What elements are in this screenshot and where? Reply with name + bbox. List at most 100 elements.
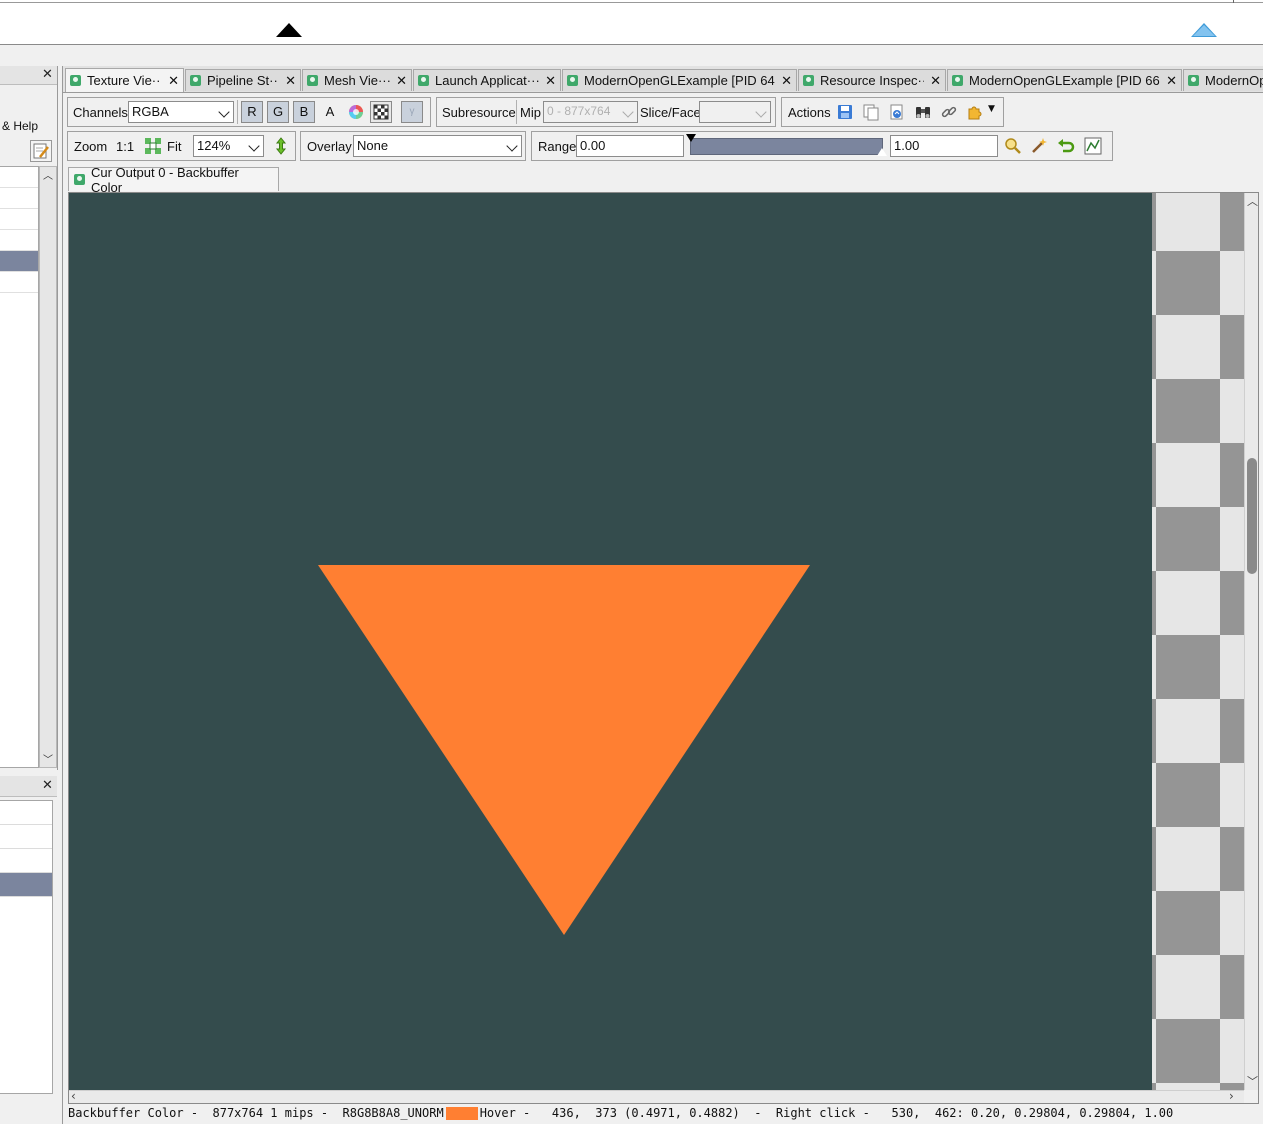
tab-capture-pid64[interactable]: ModernOpenGLExample [PID 64··· ✕ [562,69,797,91]
tab-texture-viewer[interactable]: Texture Vie··· ✕ [65,68,184,92]
tab-capture-overflow[interactable]: ModernOp [1183,69,1263,91]
save-icon[interactable] [835,102,855,122]
zoom-range-icon[interactable] [1003,136,1023,156]
chevron-down-icon [622,106,634,118]
vertical-scrollbar[interactable]: ︿ ﹀ [39,166,57,768]
mip-select[interactable]: 0 - 877x764 [543,101,638,123]
tab-mesh-viewer[interactable]: Mesh Vie··· ✕ [302,69,412,91]
subresource-label: Subresource [442,105,516,120]
texture-viewport[interactable]: ︿ ﹀ ‹ › [68,192,1259,1104]
range-min-handle[interactable] [686,134,696,142]
overlay-select[interactable]: None [353,135,522,157]
list-item[interactable] [0,849,52,873]
tab-icon [70,75,81,86]
resource-list[interactable] [0,800,53,1094]
horizontal-scrollbar[interactable]: ‹ › [69,1089,1244,1103]
gamma-toggle[interactable]: γ [401,101,423,123]
tab-launch-application[interactable]: Launch Applicat··· ✕ [413,69,561,91]
scroll-right-icon[interactable]: › [1229,1089,1234,1103]
tab-pipeline-state[interactable]: Pipeline St··· ✕ [185,69,301,91]
close-icon[interactable]: ✕ [42,779,53,792]
close-icon[interactable]: ✕ [781,73,792,89]
zoom-select[interactable]: 124% [193,135,264,157]
list-item[interactable] [0,188,38,209]
tab-label: Pipeline St··· [207,73,280,88]
tab-label: ModernOpenGLExample [PID 66··· [969,73,1161,88]
fit-icon[interactable] [144,137,162,155]
alpha-channel-toggle[interactable]: A [319,101,341,123]
scroll-up-icon[interactable]: ︿ [1247,193,1258,209]
list-item[interactable] [0,167,38,188]
list-item[interactable] [0,272,38,293]
color-wheel-icon[interactable] [346,102,366,122]
dropdown-arrow-icon[interactable]: ▼ [988,104,995,114]
list-item[interactable] [0,801,52,825]
scroll-up-icon[interactable]: ︿ [43,167,53,182]
tab-cur-output[interactable]: Cur Output 0 - Backbuffer Color [68,165,279,195]
edit-icon[interactable] [30,140,52,162]
current-event-marker[interactable] [276,23,302,37]
binoculars-icon[interactable] [913,102,933,122]
channels-select[interactable]: RGBA [128,101,234,123]
close-icon[interactable]: ✕ [285,73,296,89]
range-max-handle[interactable] [877,148,887,156]
close-icon[interactable]: ✕ [930,73,941,89]
auto-fit-wand-icon[interactable] [1029,136,1049,156]
close-icon[interactable]: ✕ [168,73,179,89]
open-in-viewer-icon[interactable] [887,102,907,122]
close-icon[interactable]: ✕ [545,73,556,89]
slice-face-select[interactable] [699,101,771,123]
texture-info-text: Backbuffer Color - 877x764 1 mips - R8G8… [68,1106,444,1120]
left-dock-panel-top: ✕ & Help ︿ ﹀ [0,66,58,770]
reset-range-icon[interactable] [1056,136,1076,156]
red-channel-toggle[interactable]: R [241,101,263,123]
event-list[interactable] [0,166,39,768]
help-menu-label[interactable]: & Help [2,119,38,133]
status-bar: Backbuffer Color - 877x764 1 mips - R8G8… [68,1104,1259,1122]
range-max-input[interactable]: 1.00 [890,135,998,157]
list-item-selected[interactable] [0,873,52,897]
tab-resource-inspector[interactable]: Resource Inspec··· ✕ [798,69,946,91]
selected-event-marker[interactable] [1191,23,1217,37]
list-item-selected[interactable] [0,251,38,272]
close-icon[interactable]: ✕ [42,68,53,81]
tab-icon [952,75,963,86]
scrollbar-thumb[interactable] [1247,458,1257,574]
list-item[interactable] [0,230,38,251]
range-histogram-slider[interactable] [690,138,883,155]
chevron-down-icon [506,140,518,152]
link-icon[interactable] [939,102,959,122]
fit-button-label[interactable]: Fit [167,139,181,154]
scroll-left-icon[interactable]: ‹ [71,1089,76,1103]
tab-icon [418,75,429,86]
blue-channel-toggle[interactable]: B [293,101,315,123]
histogram-icon[interactable] [1083,136,1103,156]
copy-icon[interactable] [861,102,881,122]
scroll-down-icon[interactable]: ﹀ [1247,1073,1258,1089]
range-min-input[interactable]: 0.00 [576,135,684,157]
zoom-toolbar: Zoom 1:1 Fit 124% [67,131,296,161]
zoom-value: 124% [197,138,231,153]
texture-viewer-dock: Texture Vie··· ✕ Pipeline St··· ✕ Mesh V… [62,66,1263,1124]
checkerboard-background-toggle[interactable] [370,101,392,123]
actions-label: Actions [788,105,831,120]
tab-capture-pid66[interactable]: ModernOpenGLExample [PID 66··· ✕ [947,69,1182,91]
tab-label: ModernOpenGLExample [PID 64··· [584,73,776,88]
list-item[interactable] [0,209,38,230]
green-channel-toggle[interactable]: G [267,101,289,123]
close-icon[interactable]: ✕ [396,73,407,89]
zoom-1to1-button[interactable]: 1:1 [116,139,134,154]
flip-vertical-icon[interactable] [271,136,291,156]
left-dock-panel-bottom: ✕ [0,776,57,1096]
tab-icon [803,75,814,86]
list-item[interactable] [0,825,52,849]
tab-icon [74,174,85,185]
timeline-top-border [0,2,1263,3]
event-timeline[interactable] [0,0,1263,45]
tab-icon [1188,75,1199,86]
extensions-puzzle-icon[interactable] [965,102,985,122]
vertical-scrollbar[interactable]: ︿ ﹀ [1244,193,1258,1090]
texture-canvas[interactable] [69,193,1152,1090]
scroll-down-icon[interactable]: ﹀ [43,751,53,766]
close-icon[interactable]: ✕ [1166,73,1177,89]
